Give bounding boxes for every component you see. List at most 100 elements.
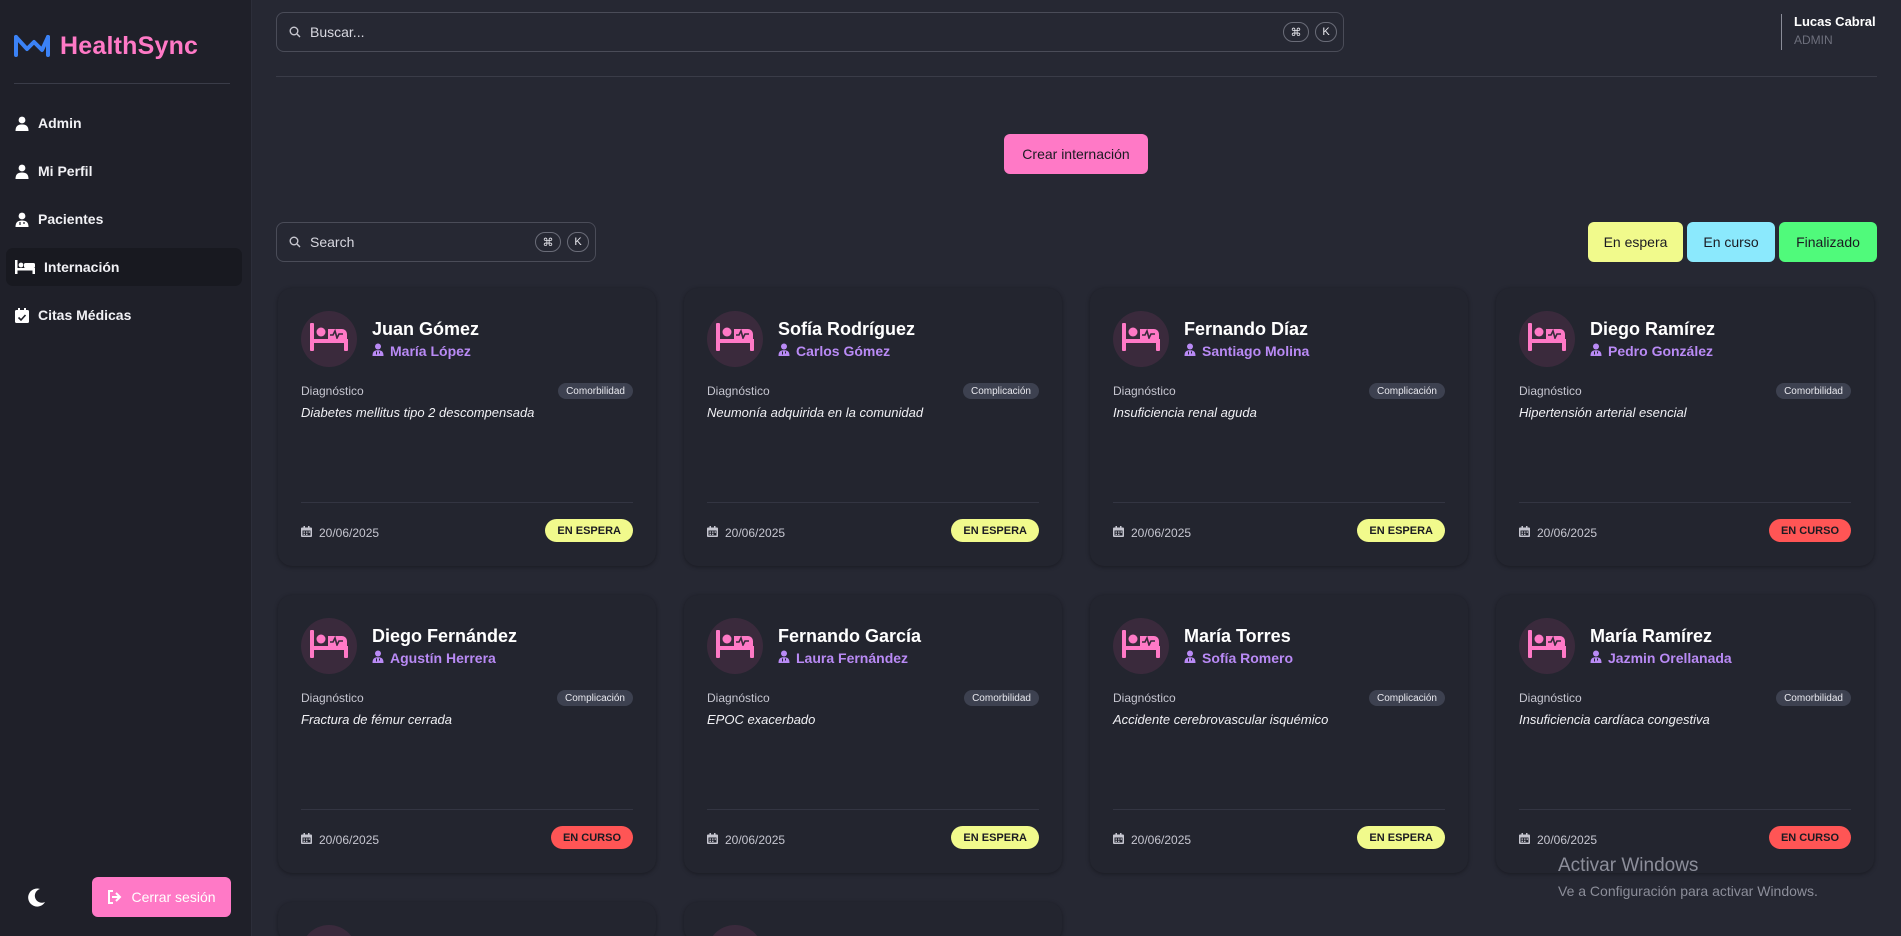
create-internacion-button[interactable]: Crear internación — [1004, 134, 1148, 174]
user-doctor-icon — [1590, 343, 1602, 359]
user-doctor-icon — [1184, 650, 1196, 666]
admission-date-label: 20/06/2025 — [1131, 833, 1192, 847]
theme-toggle[interactable] — [24, 884, 50, 910]
diagnosis-text: Insuficiencia cardíaca congestiva — [1519, 712, 1710, 727]
sidebar: HealthSync Admin Mi Perfil Pacientes Intern… — [0, 0, 252, 936]
filter-en-curso-button[interactable]: En curso — [1687, 222, 1775, 262]
diagnosis-label: Diagnóstico — [707, 691, 770, 705]
patient-avatar — [707, 925, 763, 936]
bed-pulse-icon — [716, 629, 754, 663]
internacion-card[interactable] — [278, 902, 656, 936]
card-divider — [1519, 502, 1851, 503]
filter-en-espera-button[interactable]: En espera — [1588, 222, 1683, 262]
card-divider — [707, 809, 1039, 810]
sidebar-item-citas-médicas[interactable]: Citas Médicas — [6, 296, 242, 334]
doctor-name[interactable]: Laura Fernández — [778, 650, 908, 666]
diagnosis-text: Hipertensión arterial esencial — [1519, 405, 1687, 420]
sidebar-item-pacientes[interactable]: Pacientes — [6, 200, 242, 238]
admission-date: 20/06/2025 — [1519, 526, 1597, 540]
internacion-card[interactable] — [684, 902, 1062, 936]
user-doctor-icon — [15, 212, 29, 227]
doctor-name-label: Pedro González — [1608, 343, 1714, 359]
internacion-card[interactable]: Fernando García Laura Fernández Diagnóstic… — [684, 595, 1062, 873]
admission-date: 20/06/2025 — [301, 833, 379, 847]
user-name: Lucas Cabral — [1794, 14, 1876, 29]
diagnosis-type-badge: Comorbilidad — [1776, 383, 1851, 399]
sidebar-item-admin[interactable]: Admin — [6, 104, 242, 142]
logout-label: Cerrar sesión — [131, 889, 216, 905]
diagnosis-text: Fractura de fémur cerrada — [301, 712, 453, 727]
global-search[interactable]: ⌘ K — [276, 12, 1344, 52]
user-role: ADMIN — [1794, 33, 1833, 47]
patient-avatar — [301, 925, 357, 936]
patient-name: Sofía Rodríguez — [778, 319, 916, 339]
diagnosis-label: Diagnóstico — [1113, 691, 1176, 705]
doctor-name[interactable]: Sofía Romero — [1184, 650, 1293, 666]
sidebar-item-internación[interactable]: Internación — [6, 248, 242, 286]
patient-name: Juan Gómez — [372, 319, 480, 339]
patient-name: Fernando García — [778, 626, 922, 646]
status-badge: EN ESPERA — [1357, 519, 1445, 542]
admission-date: 20/06/2025 — [1113, 526, 1191, 540]
user-doctor-icon — [1184, 343, 1196, 359]
user-doctor-icon — [1590, 650, 1602, 666]
sidebar-divider — [14, 83, 230, 84]
shortcut-key-badge: K — [567, 232, 589, 252]
internacion-card[interactable]: Juan Gómez María López Diagnóstico Comorbil… — [278, 288, 656, 566]
global-search-input[interactable] — [310, 24, 1283, 40]
status-badge: EN CURSO — [1768, 519, 1851, 542]
diagnosis-type-badge: Complicación — [962, 383, 1039, 399]
internacion-card[interactable]: Diego Fernández Agustín Herrera Diagnóstic… — [278, 595, 656, 873]
user-doctor-icon — [372, 650, 384, 666]
logo[interactable]: HealthSync — [14, 28, 198, 64]
patient-avatar — [707, 618, 763, 674]
internacion-card[interactable]: Sofía Rodríguez Carlos Gómez Diagnóstico Co… — [684, 288, 1062, 566]
diagnosis-type-badge: Complicación — [556, 690, 633, 706]
doctor-name[interactable]: Pedro González — [1590, 343, 1713, 359]
filter-finalizado-button[interactable]: Finalizado — [1779, 222, 1877, 262]
user-info[interactable]: Lucas Cabral ADMIN — [1781, 14, 1876, 50]
calendar-icon — [1113, 833, 1124, 847]
doctor-name[interactable]: María López — [372, 343, 471, 359]
internacion-card[interactable]: María Ramírez Jazmin Orellanada Diagnóstic… — [1496, 595, 1874, 873]
user-icon — [15, 164, 29, 179]
card-divider — [707, 502, 1039, 503]
card-divider — [301, 809, 633, 810]
diagnosis-label: Diagnóstico — [707, 384, 770, 398]
logout-button[interactable]: Cerrar sesión — [92, 877, 231, 917]
admission-date-label: 20/06/2025 — [319, 526, 380, 540]
card-search[interactable]: ⌘ K — [276, 222, 596, 262]
card-divider — [1519, 809, 1851, 810]
bed-pulse-icon — [1528, 629, 1566, 663]
sidebar-item-mi-perfil[interactable]: Mi Perfil — [6, 152, 242, 190]
calendar-icon — [301, 526, 312, 540]
admission-date: 20/06/2025 — [301, 526, 379, 540]
doctor-name[interactable]: Carlos Gómez — [778, 343, 890, 359]
diagnosis-text: Diabetes mellitus tipo 2 descompensada — [301, 405, 535, 420]
calendar-icon — [707, 526, 718, 540]
doctor-name[interactable]: Agustín Herrera — [372, 650, 496, 666]
diagnosis-label: Diagnóstico — [301, 384, 364, 398]
bed-pulse-icon — [1528, 322, 1566, 356]
status-badge: EN ESPERA — [951, 519, 1039, 542]
calendar-icon — [707, 833, 718, 847]
watermark-title: Activar Windows — [1558, 855, 1699, 876]
header-divider — [276, 76, 1877, 77]
app-name: HealthSync — [60, 31, 199, 60]
diagnosis-text: Insuficiencia renal aguda — [1113, 405, 1257, 420]
internacion-card[interactable]: María Torres Sofía Romero Diagnóstico Compl… — [1090, 595, 1468, 873]
internacion-card[interactable]: Fernando Díaz Santiago Molina Diagnóstico C… — [1090, 288, 1468, 566]
status-filters: En espera En curso Finalizado — [1588, 222, 1877, 262]
diagnosis-label: Diagnóstico — [301, 691, 364, 705]
doctor-name[interactable]: Jazmin Orellanada — [1590, 650, 1732, 666]
user-doctor-icon — [372, 343, 384, 359]
doctor-name[interactable]: Santiago Molina — [1184, 343, 1309, 359]
status-badge: EN CURSO — [1768, 826, 1851, 849]
doctor-name-label: Laura Fernández — [796, 650, 909, 666]
shortcut-cmd-badge: ⌘ — [535, 232, 561, 252]
diagnosis-type-badge: Comorbilidad — [1776, 690, 1851, 706]
admission-date-label: 20/06/2025 — [1537, 833, 1598, 847]
internacion-card[interactable]: Diego Ramírez Pedro González Diagnóstico Co… — [1496, 288, 1874, 566]
status-badge: EN CURSO — [550, 826, 633, 849]
card-search-input[interactable] — [310, 234, 535, 250]
